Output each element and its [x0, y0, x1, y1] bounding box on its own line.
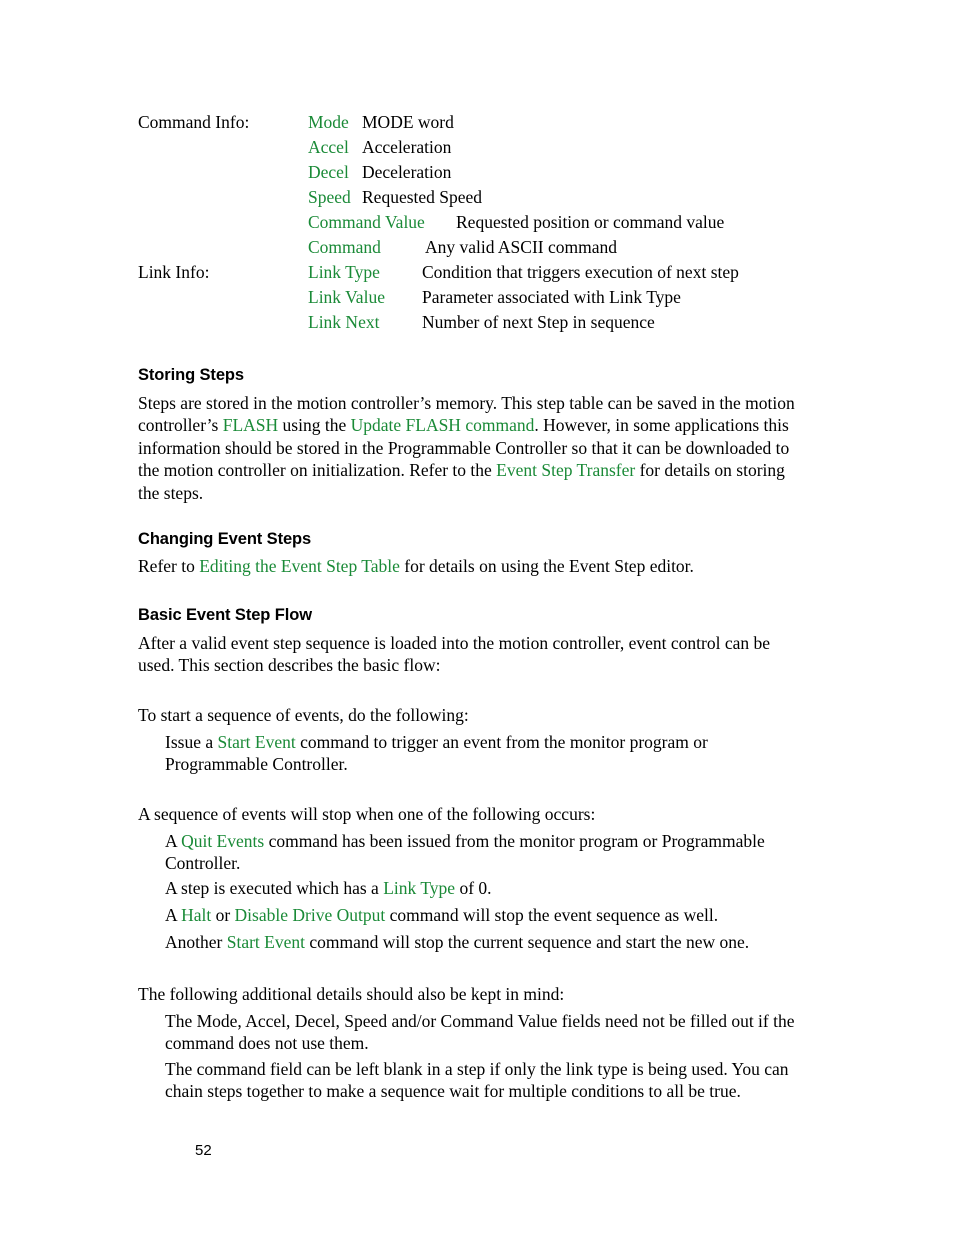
paragraph-stop-sequence-lead: A sequence of events will stop when one … [138, 804, 596, 824]
text-run: A [165, 831, 182, 851]
paragraph-additional-details-lead: The following additional details should … [138, 984, 565, 1004]
desc-speed: Requested Speed [362, 187, 483, 207]
text-run: A step is executed which has a [165, 878, 384, 898]
definition-row: Speed Requested Speed [138, 185, 838, 210]
definition-row: Command Info: Mode MODE word [138, 110, 838, 135]
desc-accel: Acceleration [362, 137, 452, 157]
paragraph-storing-steps: Steps are stored in the motion controlle… [138, 392, 798, 504]
link-event-step-transfer[interactable]: Event Step Transfer [496, 460, 635, 480]
desc-command-value: Requested position or command value [456, 212, 725, 232]
heading-changing-event-steps: Changing Event Steps [138, 530, 312, 548]
page-number: 52 [195, 1142, 212, 1159]
document-page: Command Info: Mode MODE word Accel Accelera… [0, 0, 954, 1235]
text-run: Issue a [165, 732, 218, 752]
list-item-blank-command-field: The command field can be left blank in a… [165, 1059, 789, 1102]
desc-link-next: Number of next Step in sequence [422, 312, 655, 332]
term-mode[interactable]: Mode [308, 110, 362, 135]
list-item-another-start-event: Another Start Event command will stop th… [165, 931, 815, 953]
term-speed[interactable]: Speed [308, 185, 362, 210]
list-item-link-type-zero: A step is executed which has a Link Type… [165, 877, 815, 899]
term-command-value[interactable]: Command Value [308, 210, 456, 235]
paragraph-changing-event-steps: Refer to Editing the Event Step Table fo… [138, 555, 798, 577]
paragraph-start-sequence-lead: To start a sequence of events, do the fo… [138, 705, 469, 725]
heading-basic-event-step-flow: Basic Event Step Flow [138, 606, 312, 624]
link-halt[interactable]: Halt [181, 905, 216, 925]
paragraph-basic-flow-intro: After a valid event step sequence is loa… [138, 633, 770, 676]
definition-row: Link Value Parameter associated with Link… [138, 285, 838, 310]
group-label-command-info: Command Info: [138, 112, 250, 132]
text-run: or [215, 905, 235, 925]
text-run: Refer to [138, 556, 200, 576]
desc-link-type: Condition that triggers execution of nex… [422, 262, 739, 282]
link-flash[interactable]: FLASH [223, 415, 278, 435]
definition-row: Decel Deceleration [138, 160, 838, 185]
group-label-link-info: Link Info: [138, 262, 210, 282]
term-decel[interactable]: Decel [308, 160, 362, 185]
term-accel[interactable]: Accel [308, 135, 362, 160]
term-link-value[interactable]: Link Value [308, 285, 422, 310]
term-command[interactable]: Command [308, 235, 425, 260]
text-run: A [165, 905, 182, 925]
command-link-info-definition-list: Command Info: Mode MODE word Accel Accelera… [138, 110, 838, 335]
text-run: command will stop the current sequence a… [304, 932, 750, 952]
heading-storing-steps: Storing Steps [138, 366, 244, 384]
list-item-fields-optional: The Mode, Accel, Decel, Speed and/or Com… [165, 1011, 795, 1054]
list-item-halt-or-disable-drive-output: A Halt or Disable Drive Output command w… [165, 904, 815, 926]
definition-row: Command Value Requested position or comma… [138, 210, 838, 235]
text-run: Another [165, 932, 227, 952]
desc-decel: Deceleration [362, 162, 452, 182]
term-link-next[interactable]: Link Next [308, 310, 422, 335]
link-start-event[interactable]: Start Event [217, 732, 295, 752]
desc-link-value: Parameter associated with Link Type [422, 287, 681, 307]
text-run: command will stop the event sequence as … [385, 905, 719, 925]
definition-row: Link Info: Link Type Condition that trigge… [138, 260, 838, 285]
definition-row: Link Next Number of next Step in sequence [138, 310, 838, 335]
link-update-flash-command[interactable]: Update FLASH command [351, 415, 535, 435]
text-run: using the [278, 415, 351, 436]
link-quit-events[interactable]: Quit Events [181, 831, 264, 851]
list-item-issue-start-event: Issue a Start Event command to trigger a… [165, 731, 805, 776]
desc-command: Any valid ASCII command [425, 237, 617, 257]
list-item-quit-events: A Quit Events command has been issued fr… [165, 830, 815, 875]
definition-row: Accel Acceleration [138, 135, 838, 160]
text-run: for details on using the Event Step edit… [399, 556, 694, 576]
text-run: of 0. [455, 878, 492, 898]
term-link-type[interactable]: Link Type [308, 260, 422, 285]
desc-mode: MODE word [362, 112, 454, 132]
link-start-event-another[interactable]: Start Event [227, 932, 305, 952]
link-editing-the-event-step-table[interactable]: Editing the Event Step Table [199, 556, 400, 576]
link-disable-drive-output[interactable]: Disable Drive Output [235, 905, 386, 925]
link-link-type[interactable]: Link Type [383, 878, 455, 898]
definition-row: Command Any valid ASCII command [138, 235, 838, 260]
